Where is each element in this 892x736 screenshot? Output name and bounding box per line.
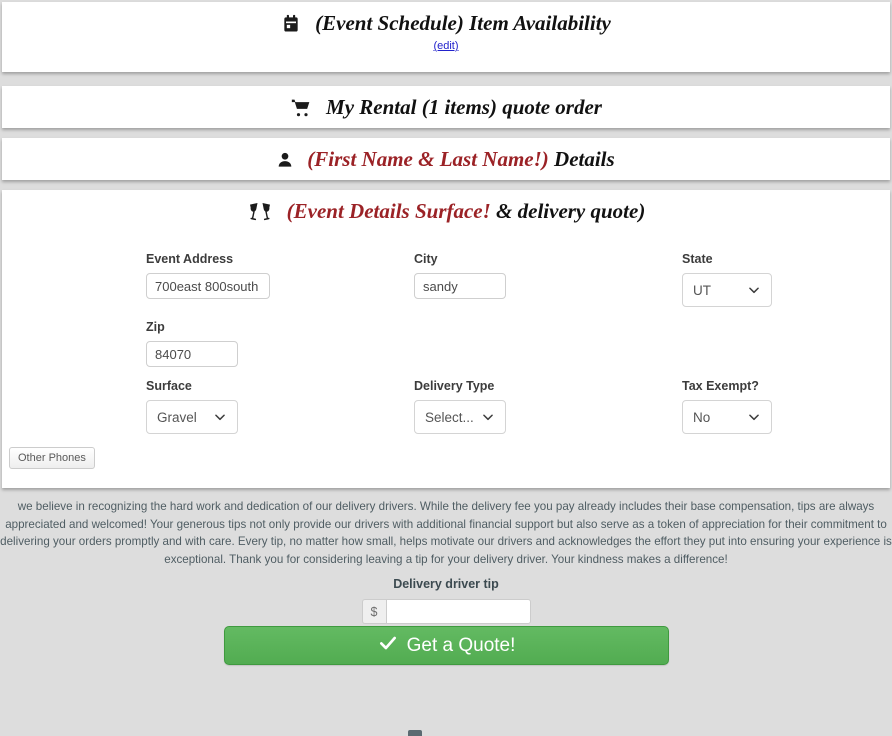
event-details-accent: (Event Details Surface! xyxy=(286,199,491,223)
tax-exempt-select[interactable]: No xyxy=(682,400,772,434)
chevron-down-icon xyxy=(747,410,761,424)
panel-customer-details-header: (First Name & Last Name!) Details xyxy=(3,139,889,172)
user-icon xyxy=(277,150,293,170)
field-city: City xyxy=(414,252,506,299)
currency-prefix: $ xyxy=(361,599,386,624)
state-select-value: UT xyxy=(693,282,711,298)
state-select[interactable]: UT xyxy=(682,273,772,307)
field-delivery-type: Delivery Type Select... xyxy=(414,379,506,434)
field-tax-exempt: Tax Exempt? No xyxy=(682,379,772,434)
zip-label: Zip xyxy=(146,320,165,334)
panel-my-rental-title: My Rental (1 items) quote order xyxy=(326,95,602,119)
panel-event-schedule: (Event Schedule) Item Availability (edit… xyxy=(2,2,890,72)
state-label: State xyxy=(682,252,713,266)
check-icon xyxy=(378,633,398,659)
panel-customer-details: (First Name & Last Name!) Details xyxy=(2,138,890,180)
event-details-rest: & delivery quote) xyxy=(490,199,646,223)
customer-name-accent: (First Name & Last Name!) xyxy=(307,147,549,171)
panel-event-schedule-title: (Event Schedule) Item Availability xyxy=(315,11,611,35)
city-input[interactable] xyxy=(414,273,506,299)
other-phones-button[interactable]: Other Phones xyxy=(9,447,95,469)
calendar-icon xyxy=(281,14,301,34)
delivery-type-label: Delivery Type xyxy=(414,379,495,393)
field-event-address: Event Address xyxy=(146,252,270,299)
event-address-label: Event Address xyxy=(146,252,234,266)
zip-input[interactable] xyxy=(146,341,238,367)
tax-exempt-label: Tax Exempt? xyxy=(682,379,759,393)
panel-event-details-header: (Event Details Surface! & delivery quote… xyxy=(3,191,889,224)
surface-select-value: Gravel xyxy=(157,409,197,425)
delivery-type-select[interactable]: Select... xyxy=(414,400,506,434)
field-surface: Surface Gravel xyxy=(146,379,238,434)
chevron-down-icon xyxy=(481,410,495,424)
field-zip: Zip xyxy=(146,320,238,367)
delivery-tip-paragraph: we believe in recognizing the hard work … xyxy=(0,500,892,566)
event-details-form: Event Address City State UT Zip xyxy=(3,248,889,478)
get-a-quote-button[interactable]: Get a Quote! xyxy=(224,626,669,665)
delivery-tip-input-group: $ xyxy=(0,599,892,624)
delivery-tip-label: Delivery driver tip xyxy=(393,577,499,591)
surface-label: Surface xyxy=(146,379,192,393)
chevron-down-icon xyxy=(213,410,227,424)
delivery-type-select-value: Select... xyxy=(425,409,474,425)
cheers-glasses-icon xyxy=(247,202,273,222)
edit-link[interactable]: (edit) xyxy=(3,40,889,52)
panel-event-schedule-header: (Event Schedule) Item Availability xyxy=(3,3,889,36)
bottom-cut-off-element xyxy=(408,730,422,736)
city-label: City xyxy=(414,252,438,266)
panel-my-rental-header: My Rental (1 items) quote order xyxy=(3,87,889,120)
shopping-cart-icon xyxy=(290,98,312,118)
panel-customer-details-title: (First Name & Last Name!) Details xyxy=(307,147,614,172)
delivery-tip-section: we believe in recognizing the hard work … xyxy=(0,498,892,624)
panel-event-details-title: (Event Details Surface! & delivery quote… xyxy=(287,199,646,224)
event-address-input[interactable] xyxy=(146,273,270,299)
delivery-tip-input[interactable] xyxy=(385,599,531,624)
surface-select[interactable]: Gravel xyxy=(146,400,238,434)
get-a-quote-label: Get a Quote! xyxy=(406,634,516,656)
page-root: (Event Schedule) Item Availability (edit… xyxy=(0,0,892,736)
panel-event-details: (Event Details Surface! & delivery quote… xyxy=(2,190,890,488)
panel-my-rental: My Rental (1 items) quote order xyxy=(2,86,890,128)
tax-exempt-select-value: No xyxy=(693,409,711,425)
field-state: State UT xyxy=(682,252,772,307)
customer-title-rest: Details xyxy=(548,147,615,171)
chevron-down-icon xyxy=(747,283,761,297)
